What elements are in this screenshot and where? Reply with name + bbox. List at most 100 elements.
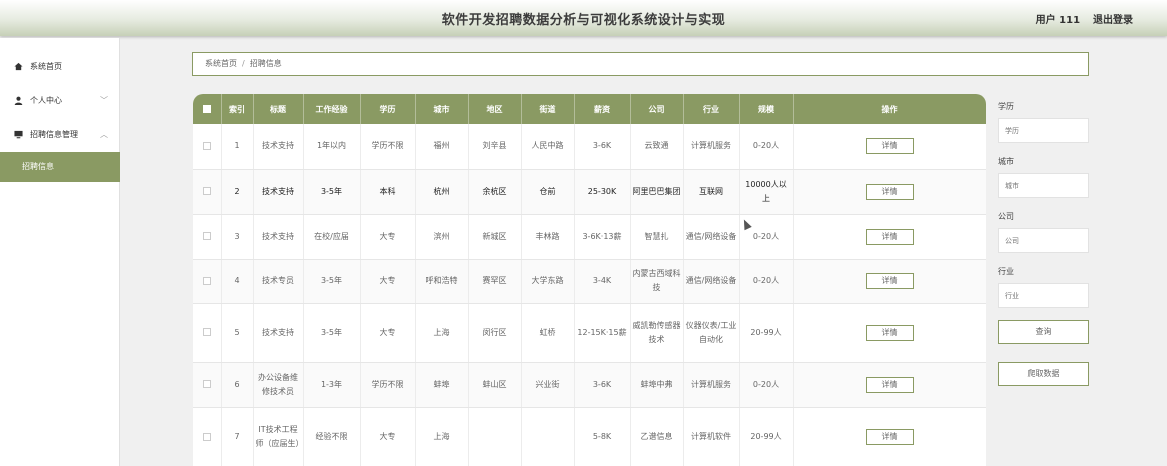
table-cell: 大专 [360, 214, 416, 260]
table-cell: 25-30K [574, 169, 631, 215]
table-cell: 3-5年 [303, 169, 361, 215]
sidebar-item-label: 个人中心 [30, 96, 62, 105]
detail-button[interactable]: 详情 [865, 376, 914, 393]
table-cell: 7 [221, 407, 254, 466]
sidebar-item-recruitment-management[interactable]: 招聘信息管理 ︿ [0, 120, 120, 150]
table-cell: 3-6K [574, 362, 631, 408]
industry-filter-label: 行业 [998, 267, 1014, 276]
row-checkbox[interactable] [193, 124, 222, 170]
table-cell: 威凯勒传感器技术 [630, 303, 684, 363]
detail-button[interactable]: 详情 [865, 183, 914, 200]
row-checkbox[interactable] [193, 214, 222, 260]
sidebar-item-personal-center[interactable]: 个人中心 ﹀ [0, 86, 120, 116]
detail-button[interactable]: 详情 [865, 228, 914, 245]
table-cell: 互联网 [683, 169, 740, 215]
table-cell: 3-6K·13薪 [574, 214, 631, 260]
city-filter-input[interactable] [998, 173, 1089, 198]
table-row: 7 IT技术工程师（应届生） 经验不限 大专 上海 5-8K 乙谱信息 计算机软… [193, 407, 986, 466]
table-cell: 10000人以上 [739, 169, 794, 215]
column-header: 城市 [415, 94, 469, 124]
table-cell: 仪器仪表/工业自动化 [683, 303, 740, 363]
column-header: 操作 [793, 94, 986, 124]
city-filter-label: 城市 [998, 157, 1014, 166]
table-cell: 闵行区 [468, 303, 522, 363]
table-cell: 乙谱信息 [630, 407, 684, 466]
breadcrumb-home[interactable]: 系统首页 [205, 59, 237, 68]
industry-filter-input[interactable] [998, 283, 1089, 308]
table-cell: 5-8K [574, 407, 631, 466]
table-cell: 云致通 [630, 124, 684, 170]
education-filter-input[interactable] [998, 118, 1089, 143]
detail-button[interactable]: 详情 [865, 429, 914, 445]
table-cell: 赛罕区 [468, 259, 522, 304]
table-cell: 新城区 [468, 214, 522, 260]
company-filter-input[interactable] [998, 228, 1089, 253]
table-cell: 阿里巴巴集团 [630, 169, 684, 215]
user-icon [14, 96, 24, 106]
table-row: 1 技术支持 1年以内 学历不限 福州 刘辛县 人民中路 3-6K 云致通 计算… [193, 124, 986, 170]
table-cell: 在校/应届 [303, 214, 361, 260]
table-cell: 刘辛县 [468, 124, 522, 170]
table-cell: 通信/网络设备 [683, 214, 740, 260]
row-checkbox[interactable] [193, 303, 222, 363]
sidebar-item-label: 招聘信息管理 [30, 130, 78, 139]
table-cell: 3-6K [574, 124, 631, 170]
row-checkbox[interactable] [193, 362, 222, 408]
column-header: 规模 [739, 94, 794, 124]
table-cell: 大专 [360, 407, 416, 466]
row-checkbox[interactable] [193, 169, 222, 215]
table-cell: 人民中路 [521, 124, 575, 170]
table-cell: 呼和浩特 [415, 259, 469, 304]
table-cell: 计算机服务 [683, 124, 740, 170]
table-cell: 仓前 [521, 169, 575, 215]
monitor-icon [14, 130, 24, 140]
table-cell: 3-5年 [303, 259, 361, 304]
detail-button[interactable]: 详情 [865, 324, 914, 341]
row-checkbox[interactable] [193, 407, 222, 466]
table-cell: 蚌埠中弗 [630, 362, 684, 408]
table-header-row: 索引 标题 工作经验 学历 城市 地区 街道 薪资 公司 行业 规模 操作 [193, 94, 986, 124]
table-cell: 技术支持 [253, 214, 304, 260]
table-cell: 0-20人 [739, 124, 794, 170]
table-row: 5 技术支持 3-5年 大专 上海 闵行区 虹桥 12-15K·15薪 威凯勒传… [193, 303, 986, 363]
company-filter-label: 公司 [998, 212, 1014, 221]
table-cell: 0-20人 [739, 362, 794, 408]
table-cell: 余杭区 [468, 169, 522, 215]
table-cell [468, 407, 522, 466]
search-button[interactable]: 查询 [998, 320, 1089, 344]
crawl-data-button[interactable]: 爬取数据 [998, 362, 1089, 386]
table-cell: 6 [221, 362, 254, 408]
action-cell: 详情 [793, 362, 986, 408]
table-cell: 蚌山区 [468, 362, 522, 408]
table-cell: 福州 [415, 124, 469, 170]
column-header: 工作经验 [303, 94, 361, 124]
table-cell: 大专 [360, 303, 416, 363]
column-header: 学历 [360, 94, 416, 124]
detail-button[interactable]: 详情 [865, 138, 914, 155]
table-cell: 3 [221, 214, 254, 260]
table-cell: 通信/网络设备 [683, 259, 740, 304]
table-cell: 学历不限 [360, 124, 416, 170]
table-cell: 大专 [360, 259, 416, 304]
action-cell: 详情 [793, 303, 986, 363]
table-cell: 上海 [415, 407, 469, 466]
logout-link[interactable]: 退出登录 [1093, 15, 1133, 26]
table-cell: 4 [221, 259, 254, 304]
table-cell: 智慧扎 [630, 214, 684, 260]
action-cell: 详情 [793, 407, 986, 466]
table-cell: 20-99人 [739, 407, 794, 466]
column-header: 行业 [683, 94, 740, 124]
table-cell: 技术支持 [253, 303, 304, 363]
table-cell: 20-99人 [739, 303, 794, 363]
recruitment-table: 索引 标题 工作经验 学历 城市 地区 街道 薪资 公司 行业 规模 操作 1 … [193, 94, 986, 466]
home-icon [14, 62, 24, 72]
app-title: 软件开发招聘数据分析与可视化系统设计与实现 [441, 13, 726, 28]
sidebar-item-recruitment-info[interactable]: 招聘信息 [0, 152, 120, 182]
table-cell: 12-15K·15薪 [574, 303, 631, 363]
row-checkbox[interactable] [193, 259, 222, 304]
sidebar-item-home[interactable]: 系统首页 [0, 52, 120, 82]
detail-button[interactable]: 详情 [865, 273, 914, 289]
sidebar: 系统首页 个人中心 ﹀ 招聘信息管理 ︿ 招聘信息 [0, 38, 120, 466]
select-all-checkbox[interactable] [193, 94, 222, 124]
table-cell: 蚌埠 [415, 362, 469, 408]
